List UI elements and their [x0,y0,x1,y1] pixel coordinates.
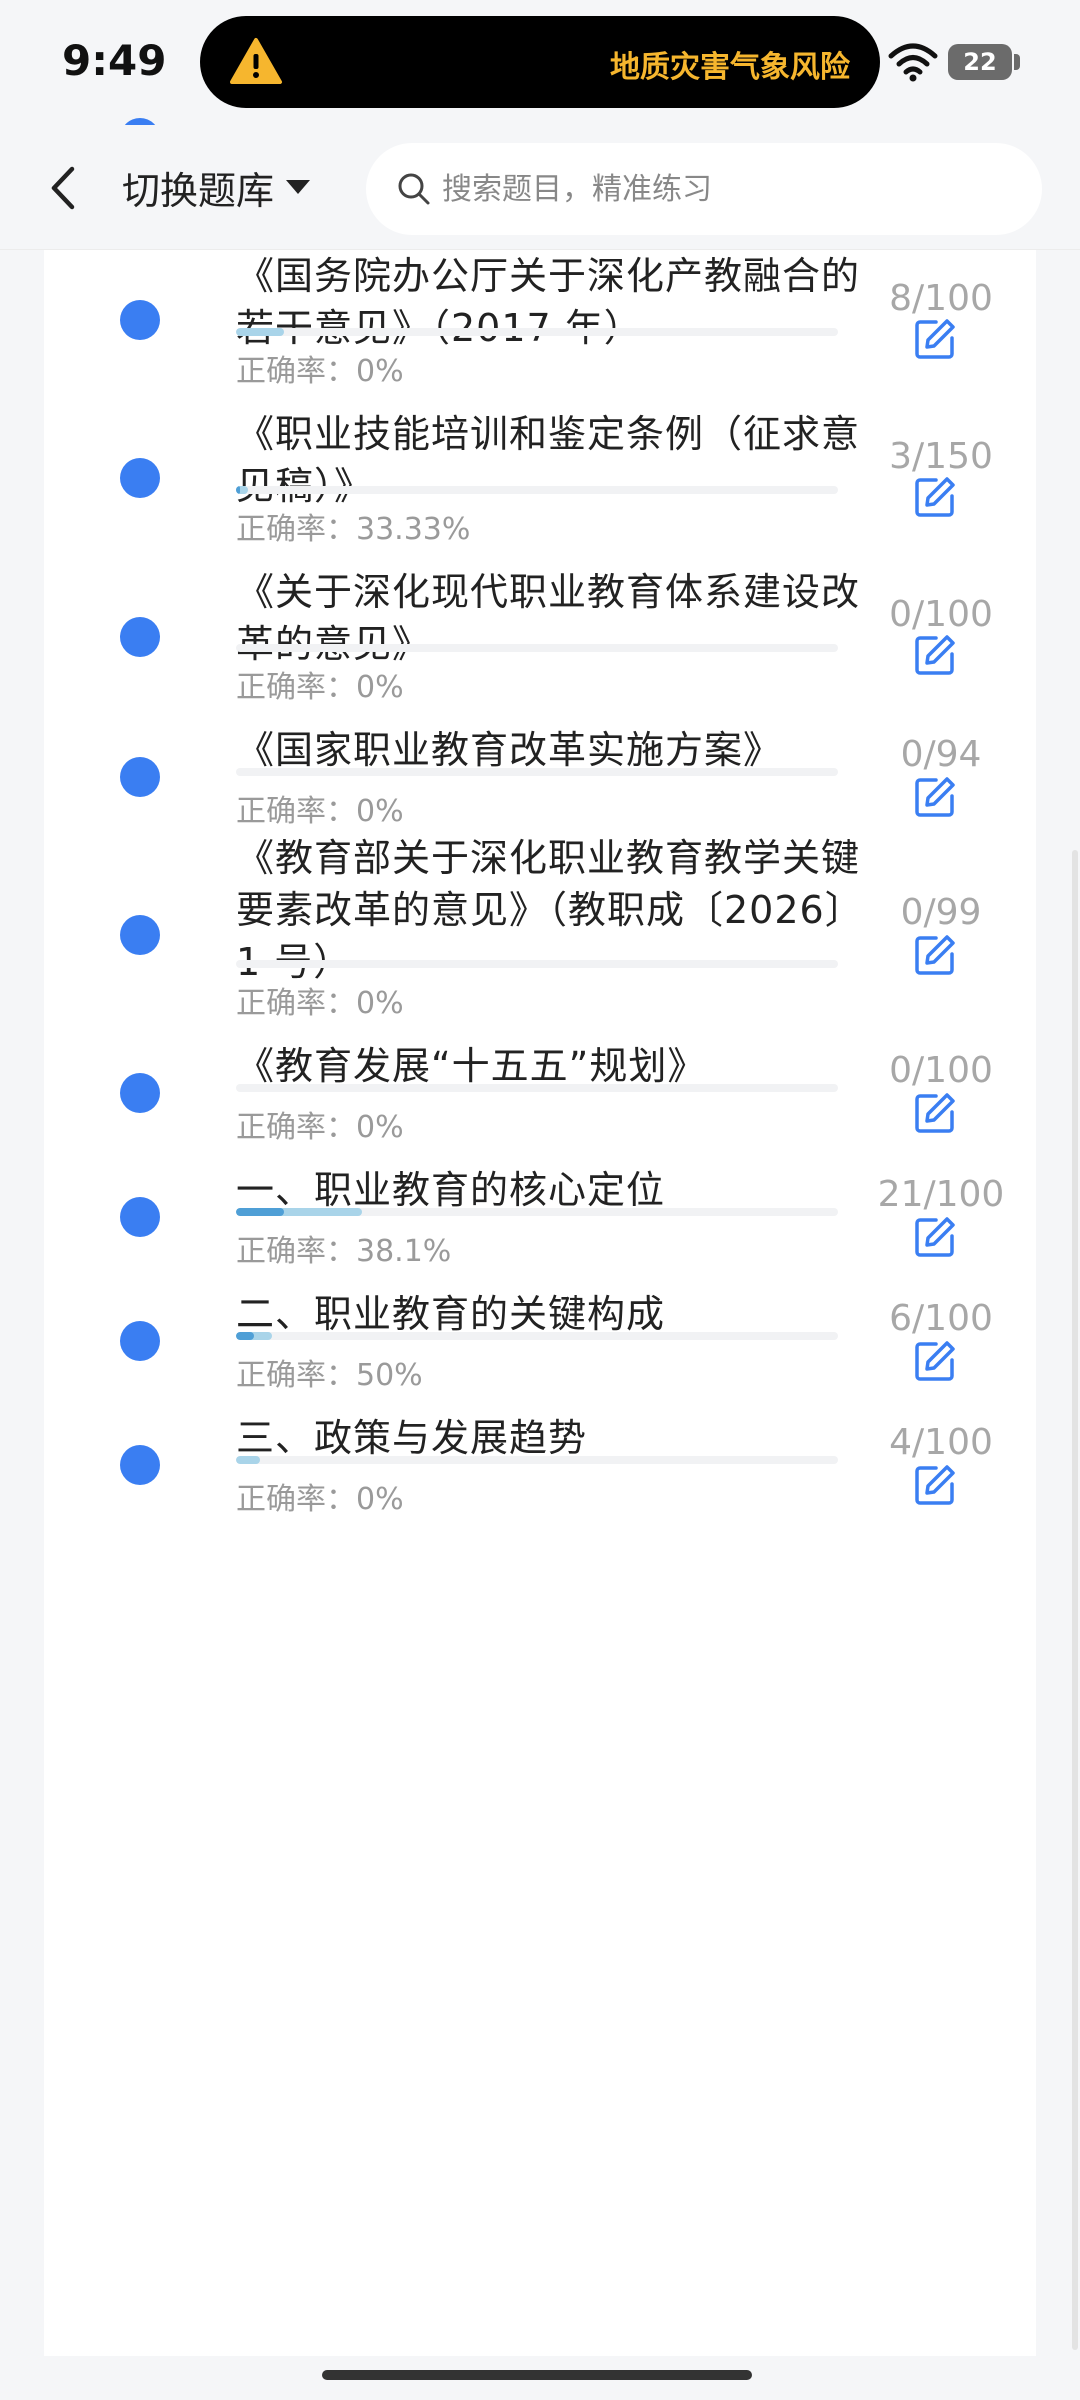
progress-bar [236,644,838,652]
question-count: 8/100 [889,278,993,319]
question-count: 3/150 [889,436,993,477]
item-title: 《国务院办公厅关于深化产教融合的若干意见》（2017 年） [236,254,861,350]
accuracy-value: 0% [356,670,404,705]
weather-alert-pill[interactable]: 地质灾害气象风险 [200,16,880,108]
accuracy-text: 正确率：0% [236,786,404,830]
caret-down-icon [286,180,311,194]
question-count: 21/100 [877,1174,1005,1215]
status-bar: 9:49 地质灾害气象风险 22 [0,0,1080,125]
accuracy-text: 正确率：0% [236,1474,404,1518]
accuracy-label: 正确率： [236,1234,356,1269]
progress-bar [236,1332,838,1340]
search-icon [398,173,430,205]
progress-bar [236,328,838,336]
progress-bar [236,960,838,968]
question-bank-list: 正确率：30.43%《国务院办公厅关于深化产教融合的若干意见》（2017 年）正… [44,118,1036,2356]
edit-practice-icon[interactable] [912,1462,958,1508]
accuracy-label: 正确率： [236,794,356,829]
battery-icon: 22 [948,44,1012,80]
edit-practice-icon[interactable] [912,632,958,678]
status-dot [120,1197,160,1237]
switch-label: 切换题库 [122,168,275,213]
accuracy-text: 正确率：33.33% [236,504,470,548]
edit-practice-icon[interactable] [912,1214,958,1260]
search-input[interactable] [440,170,1000,208]
progress-fill [236,328,285,336]
progress-correct-fill [236,486,241,494]
progress-bar [236,1084,838,1092]
accuracy-label: 正确率： [236,1358,356,1393]
item-title: 《关于深化现代职业教育体系建设改革的意见》 [236,570,861,666]
edit-practice-icon[interactable] [912,316,958,362]
question-count: 4/100 [889,1422,993,1463]
question-count: 0/100 [889,1050,993,1091]
edit-practice-icon[interactable] [912,774,958,820]
home-indicator[interactable] [322,2370,752,2380]
wifi-icon [888,43,938,82]
accuracy-label: 正确率： [236,512,356,547]
question-count: 0/100 [889,594,993,635]
switch-question-bank-button[interactable]: 切换题库 [122,159,312,215]
edit-practice-icon[interactable] [912,474,958,520]
question-count: 6/100 [889,1298,993,1339]
edit-practice-icon[interactable] [912,932,958,978]
progress-bar [236,486,838,494]
status-dot [120,300,160,340]
progress-correct-fill [236,1332,255,1340]
accuracy-value: 38.1% [356,1234,452,1269]
alert-text: 地质灾害气象风险 [610,50,850,85]
question-count: 0/94 [900,734,982,775]
status-dot [120,757,160,797]
item-title: 《职业技能培训和鉴定条例（征求意见稿）》 [236,412,861,508]
accuracy-value: 0% [356,794,404,829]
edit-practice-icon[interactable] [912,1338,958,1384]
accuracy-value: 0% [356,354,404,389]
progress-bar [236,1456,838,1464]
search-bar[interactable] [366,143,1042,235]
warning-icon [230,38,282,84]
accuracy-text: 正确率：0% [236,662,404,706]
accuracy-value: 50% [356,1358,423,1393]
accuracy-label: 正确率： [236,986,356,1021]
accuracy-text: 正确率：38.1% [236,1226,451,1270]
status-dot [120,915,160,955]
accuracy-label: 正确率： [236,670,356,705]
accuracy-label: 正确率： [236,1110,356,1145]
status-dot [120,1445,160,1485]
scrollbar[interactable] [1072,850,1078,2350]
battery-tip [1014,54,1020,70]
accuracy-label: 正确率： [236,1482,356,1517]
accuracy-text: 正确率：0% [236,1102,404,1146]
progress-bar [236,1208,838,1216]
clock: 9:49 [62,36,167,85]
app-header: 切换题库 [0,125,1080,250]
status-dot [120,458,160,498]
status-dot [120,1321,160,1361]
status-dot [120,1073,160,1113]
progress-bar [236,768,838,776]
accuracy-value: 0% [356,986,404,1021]
accuracy-label: 正确率： [236,354,356,389]
accuracy-value: 33.33% [356,512,471,547]
accuracy-text: 正确率：50% [236,1350,423,1394]
back-arrow-icon[interactable] [44,163,84,213]
status-dot [120,617,160,657]
accuracy-value: 0% [356,1482,404,1517]
accuracy-text: 正确率：0% [236,346,404,390]
edit-practice-icon[interactable] [912,1090,958,1136]
question-count: 0/99 [900,892,982,933]
accuracy-value: 0% [356,1110,404,1145]
progress-fill [236,1456,261,1464]
progress-correct-fill [236,1208,285,1216]
accuracy-text: 正确率：0% [236,978,404,1022]
